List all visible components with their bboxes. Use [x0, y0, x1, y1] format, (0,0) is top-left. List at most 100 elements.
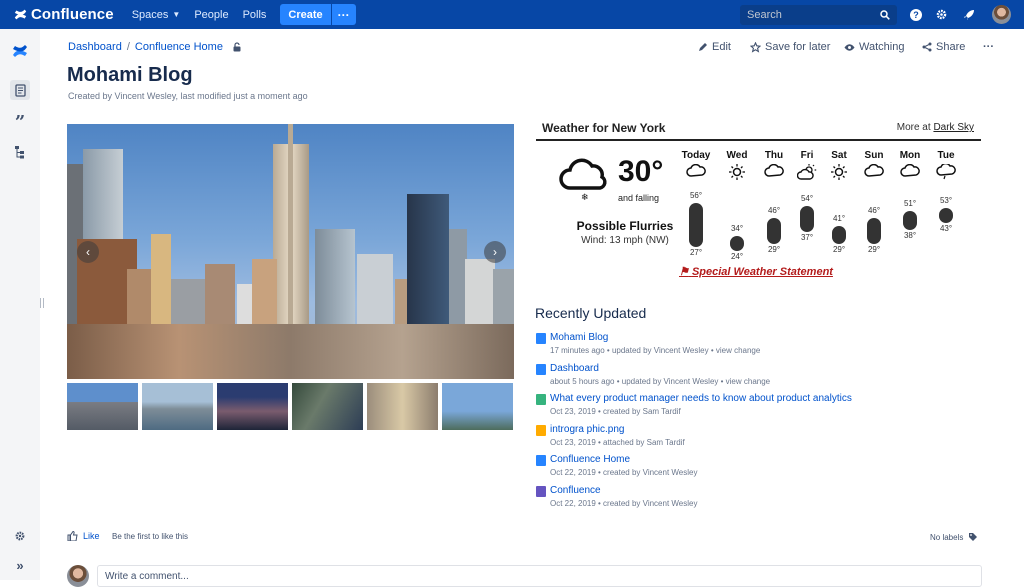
- gallery-thumbnail[interactable]: [367, 383, 438, 430]
- unlock-icon[interactable]: [232, 42, 242, 52]
- flag-icon: ⚑: [679, 266, 689, 278]
- polls-link[interactable]: Polls: [243, 9, 267, 21]
- more-actions-button[interactable]: ···: [983, 41, 994, 53]
- forecast-low-label: 38°: [903, 231, 917, 240]
- people-label: People: [194, 8, 229, 21]
- recently-updated-link[interactable]: Confluence Home: [550, 454, 630, 465]
- search-icon: [880, 10, 890, 20]
- breadcrumb-confluence-home[interactable]: Confluence Home: [135, 41, 223, 53]
- star-icon: [750, 41, 761, 53]
- forecast-low-label: 24°: [730, 252, 744, 261]
- page-tree-icon[interactable]: [10, 142, 30, 162]
- gallery-thumbnail[interactable]: [217, 383, 288, 430]
- confluence-home-icon[interactable]: [10, 41, 30, 61]
- share-button[interactable]: Share: [922, 41, 965, 53]
- forecast-high-label: 34°: [730, 224, 744, 233]
- weather-alert-label: Special Weather Statement: [691, 266, 833, 278]
- forecast-low-label: 29°: [767, 244, 781, 254]
- spaces-menu[interactable]: Spaces ▼: [132, 9, 181, 21]
- share-label: Share: [936, 41, 966, 53]
- page-icon: [536, 333, 546, 344]
- search-placeholder: Search: [747, 9, 782, 21]
- recently-updated-meta: Oct 22, 2019 • created by Vincent Wesley: [550, 468, 698, 478]
- expand-sidebar-icon[interactable]: »: [10, 555, 30, 575]
- recently-updated-meta: Oct 23, 2019 • attached by Sam Tardif: [550, 437, 685, 447]
- gallery-thumbnail[interactable]: [292, 383, 363, 430]
- forecast-high-label: 54°: [800, 194, 814, 203]
- forecast-high-label: 41°: [832, 213, 846, 223]
- user-avatar[interactable]: [992, 5, 1011, 24]
- labels-area[interactable]: No labels: [930, 532, 978, 542]
- pages-icon[interactable]: [10, 80, 30, 100]
- forecast-temp-bar: [689, 203, 703, 247]
- recently-updated-meta: 17 minutes ago • updated by Vincent Wesl…: [550, 346, 761, 355]
- recently-updated-link[interactable]: What every product manager needs to know…: [550, 393, 852, 404]
- forecast-temp-bar: [903, 210, 917, 230]
- space-settings-gear-icon[interactable]: [10, 526, 30, 546]
- weather-wind: Wind: 13 mph (NW): [581, 235, 669, 246]
- spaces-label: Spaces: [131, 8, 169, 21]
- like-hint: Be the first to like this: [112, 532, 189, 541]
- forecast-low-label: 37°: [800, 232, 814, 242]
- forecast-high-label: 51°: [903, 198, 917, 208]
- forecast-low-label: 29°: [867, 244, 881, 254]
- weather-widget: Weather for New York More at Dark Sky ❄ …: [536, 117, 981, 282]
- share-icon: [922, 42, 932, 52]
- sidebar-resize-handle[interactable]: [40, 298, 44, 308]
- create-more-button[interactable]: ···: [331, 4, 356, 25]
- page-title: Mohami Blog: [67, 64, 193, 86]
- gallery-thumbnail[interactable]: [67, 383, 138, 430]
- recently-updated-link[interactable]: Confluence: [550, 485, 601, 496]
- forecast-high-label: 56°: [689, 191, 703, 200]
- edit-label: Edit: [712, 41, 731, 53]
- weather-source-prefix: More at: [896, 122, 934, 133]
- forecast-day-label: Sat: [831, 150, 847, 161]
- recently-updated-link[interactable]: Dashboard: [550, 363, 599, 374]
- watching-button[interactable]: Watching: [844, 41, 904, 53]
- help-icon[interactable]: ?: [908, 7, 923, 22]
- people-link[interactable]: People: [194, 9, 228, 21]
- skyline-foreground: [67, 324, 514, 379]
- no-labels-text: No labels: [930, 532, 964, 542]
- weather-alert-link[interactable]: ⚑ Special Weather Statement: [679, 265, 833, 278]
- blog-quote-icon[interactable]: ”: [10, 112, 30, 133]
- svg-text:?: ?: [913, 10, 919, 20]
- blog-icon: [536, 394, 546, 406]
- forecast-day-label: Today: [681, 150, 711, 161]
- cloud-icon: [686, 163, 706, 180]
- dark-sky-link[interactable]: Dark Sky: [933, 122, 974, 133]
- weather-summary: Possible Flurries: [576, 219, 674, 233]
- comment-input[interactable]: Write a comment...: [97, 565, 982, 587]
- like-button[interactable]: Like: [67, 531, 100, 541]
- notifications-rocket-icon[interactable]: [961, 7, 976, 22]
- forecast-day-label: Thu: [764, 150, 784, 161]
- recently-updated-meta: about 5 hours ago • updated by Vincent W…: [550, 376, 771, 386]
- breadcrumb-dashboard[interactable]: Dashboard: [68, 41, 122, 53]
- cloud-icon: [900, 163, 920, 180]
- gallery-next-button[interactable]: ›: [484, 241, 506, 263]
- commenter-avatar: [67, 565, 89, 587]
- create-button[interactable]: Create: [280, 4, 331, 25]
- save-for-later-button[interactable]: Save for later: [750, 41, 830, 53]
- edit-button[interactable]: Edit: [698, 41, 731, 53]
- breadcrumb-separator: /: [126, 41, 130, 53]
- forecast-temp-bar: [767, 218, 781, 244]
- gallery-main-image[interactable]: [67, 124, 514, 379]
- confluence-logo[interactable]: Confluence: [14, 6, 114, 23]
- gallery-thumbnail[interactable]: [442, 383, 513, 430]
- recently-updated-link[interactable]: introgra phic.png: [550, 424, 625, 435]
- forecast-high-label: 53°: [939, 195, 953, 205]
- breadcrumb: Dashboard / Confluence Home: [68, 41, 242, 53]
- recently-updated-link[interactable]: Mohami Blog: [550, 332, 608, 343]
- forecast-day-label: Mon: [899, 150, 921, 161]
- gallery-thumbnail[interactable]: [142, 383, 213, 430]
- thumbs-up-icon: [67, 531, 78, 541]
- forecast-high-label: 46°: [867, 206, 881, 215]
- search-input[interactable]: Search: [740, 5, 897, 25]
- settings-gear-icon[interactable]: [934, 7, 949, 22]
- image-icon: [536, 424, 546, 436]
- forecast-low-label: 29°: [832, 244, 846, 254]
- gallery-prev-button[interactable]: ‹: [77, 241, 99, 263]
- tag-icon: [969, 533, 978, 541]
- rain-icon: [936, 162, 956, 180]
